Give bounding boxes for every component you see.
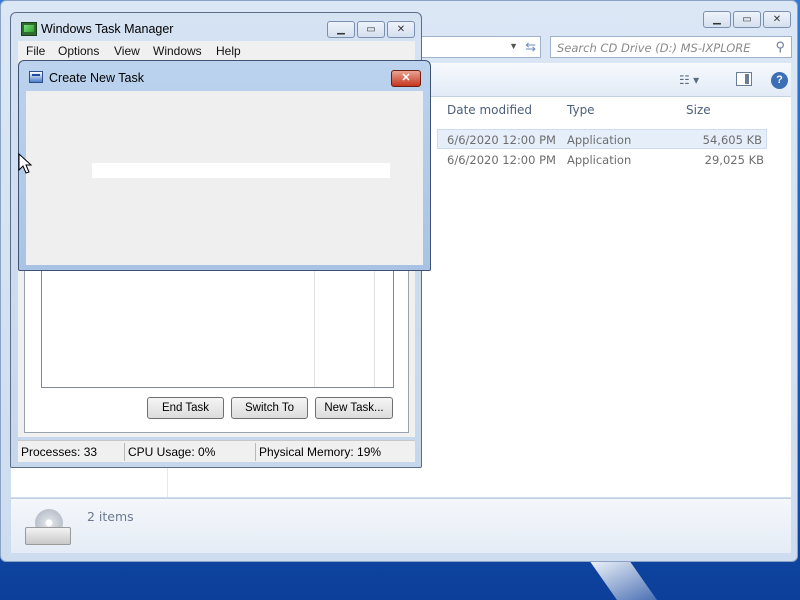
file-date: 6/6/2020 12:00 PM xyxy=(447,153,556,167)
close-icon: ✕ xyxy=(396,24,406,35)
end-task-button[interactable]: End Task xyxy=(147,397,224,419)
maximize-icon: ▭ xyxy=(742,14,752,25)
status-cpu-usage: CPU Usage: 0% xyxy=(128,445,216,459)
dialog-title: Create New Task xyxy=(49,71,144,85)
chevron-down-icon[interactable]: ▼ xyxy=(509,41,518,51)
file-size: 54,605 KB xyxy=(702,133,762,147)
menu-bar: File Options View Windows Help xyxy=(18,41,415,61)
help-icon[interactable]: ? xyxy=(771,72,788,89)
close-icon: ✕ xyxy=(401,72,411,84)
address-bar[interactable]: ▼ ⇆ xyxy=(421,36,541,58)
menu-help[interactable]: Help xyxy=(216,44,241,58)
preview-pane-icon[interactable] xyxy=(736,72,752,86)
mouse-cursor-icon xyxy=(18,153,33,174)
window-title: Windows Task Manager xyxy=(41,22,174,36)
dialog-body xyxy=(26,91,423,265)
search-placeholder: Search CD Drive (D:) MS-IXPLORE xyxy=(557,41,751,55)
close-icon: ✕ xyxy=(772,14,782,25)
task-manager-caption-buttons: ▁ ▭ ✕ xyxy=(327,21,415,38)
status-processes: Processes: 33 xyxy=(21,445,98,459)
column-divider xyxy=(374,263,375,387)
minimize-icon: ▁ xyxy=(337,24,345,35)
close-button[interactable]: ✕ xyxy=(387,21,415,38)
task-list[interactable] xyxy=(41,262,394,388)
maximize-icon: ▭ xyxy=(366,24,376,35)
dialog-close-button[interactable]: ✕ xyxy=(391,70,421,87)
column-header-date-modified[interactable]: Date modified xyxy=(447,103,532,117)
open-command-input[interactable] xyxy=(92,163,390,178)
status-separator xyxy=(255,443,256,461)
switch-to-button[interactable]: Switch To xyxy=(231,397,308,419)
status-separator xyxy=(124,443,125,461)
explorer-maximize-button[interactable]: ▭ xyxy=(733,11,761,28)
search-input[interactable]: Search CD Drive (D:) MS-IXPLORE ⚲ xyxy=(550,36,792,58)
menu-file[interactable]: File xyxy=(26,44,45,58)
menu-windows[interactable]: Windows xyxy=(153,44,202,58)
file-size: 29,025 KB xyxy=(704,153,764,167)
details-pane: 2 items xyxy=(11,498,791,553)
column-divider xyxy=(314,263,315,387)
desktop-light-streak xyxy=(588,560,672,600)
search-icon[interactable]: ⚲ xyxy=(775,39,785,55)
menu-view[interactable]: View xyxy=(114,44,140,58)
file-type: Application xyxy=(567,133,632,147)
file-row[interactable]: 6/6/2020 12:00 PM Application 54,605 KB xyxy=(437,129,767,149)
explorer-close-button[interactable]: ✕ xyxy=(763,11,791,28)
item-count: 2 items xyxy=(87,509,134,524)
task-manager-icon xyxy=(21,22,37,36)
column-header-type[interactable]: Type xyxy=(567,103,595,117)
file-date: 6/6/2020 12:00 PM xyxy=(447,133,556,147)
create-new-task-dialog: Create New Task ✕ xyxy=(18,60,431,271)
minimize-button[interactable]: ▁ xyxy=(327,21,355,38)
column-header-size[interactable]: Size xyxy=(686,103,711,117)
views-icon[interactable]: ☷ ▾ xyxy=(679,73,699,87)
file-type: Application xyxy=(567,153,632,167)
run-dialog-icon xyxy=(29,71,43,83)
minimize-icon: ▁ xyxy=(713,14,721,25)
maximize-button[interactable]: ▭ xyxy=(357,21,385,38)
status-bar: Processes: 33 CPU Usage: 0% Physical Mem… xyxy=(18,440,415,462)
status-physical-memory: Physical Memory: 19% xyxy=(259,445,382,459)
cd-drive-icon xyxy=(25,509,71,547)
menu-options[interactable]: Options xyxy=(58,44,99,58)
explorer-caption-buttons: ▁ ▭ ✕ xyxy=(703,11,791,28)
explorer-minimize-button[interactable]: ▁ xyxy=(703,11,731,28)
file-row[interactable]: 6/6/2020 12:00 PM Application 29,025 KB xyxy=(437,150,767,170)
refresh-icon[interactable]: ⇆ xyxy=(525,39,536,55)
new-task-button[interactable]: New Task... xyxy=(315,397,393,419)
